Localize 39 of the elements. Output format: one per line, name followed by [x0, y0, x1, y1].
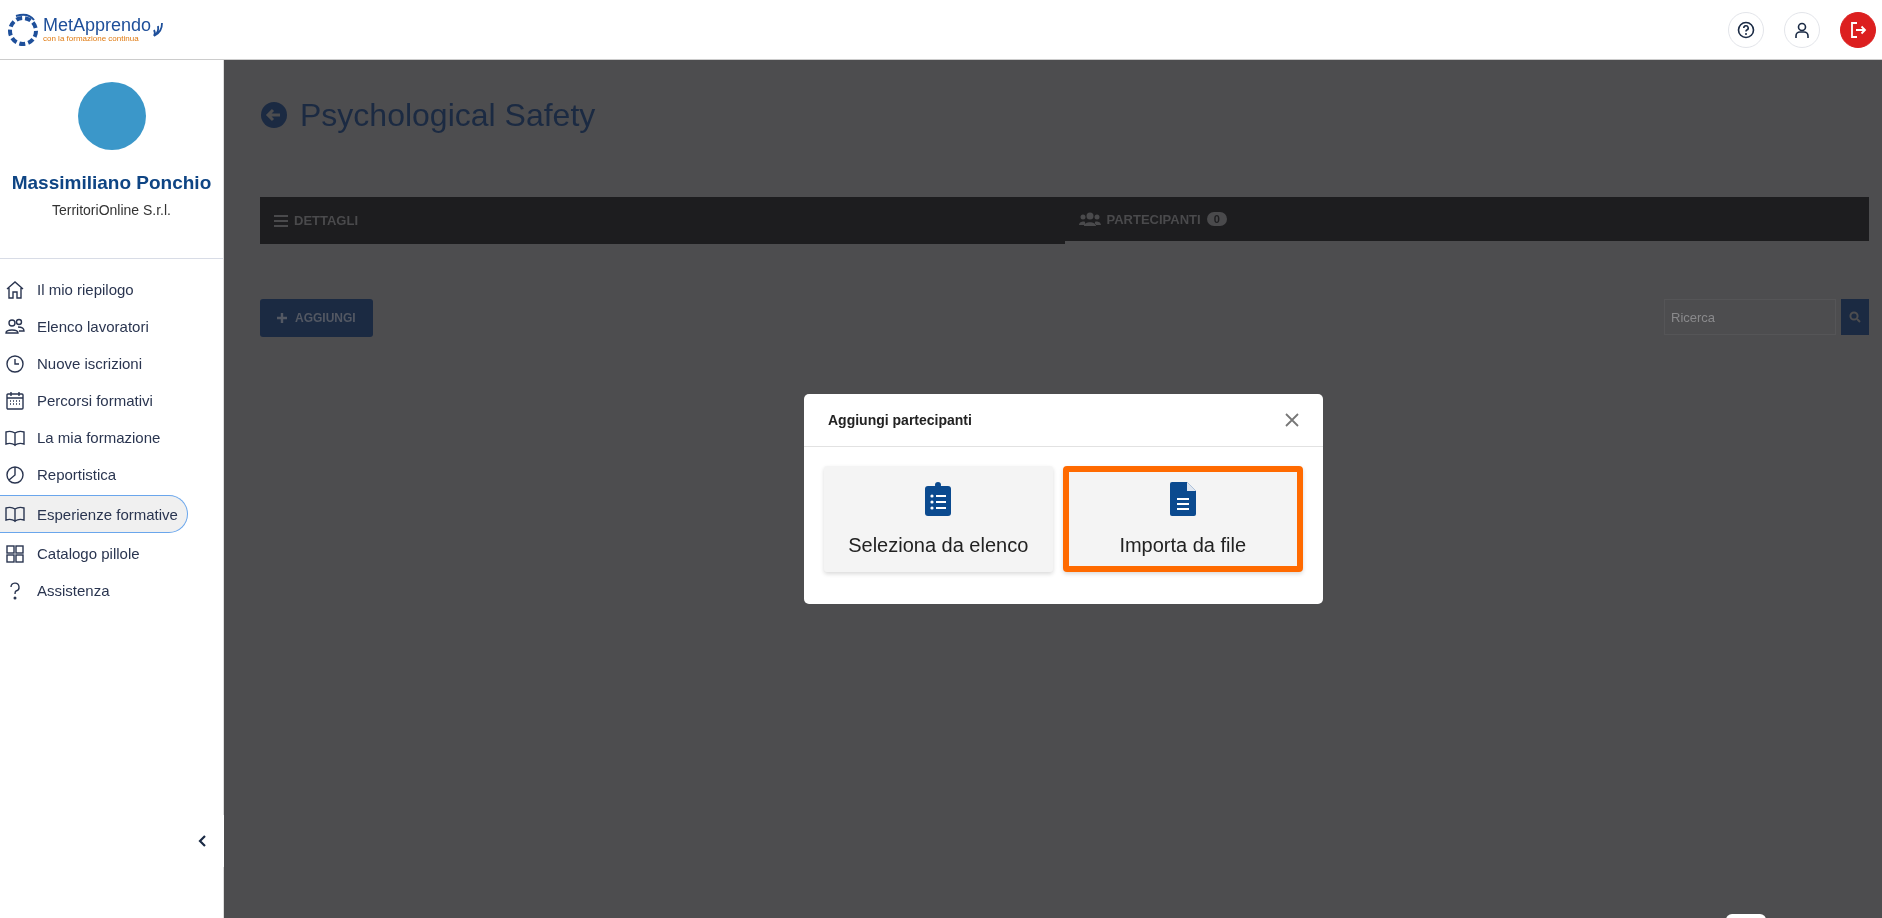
list-icon: [274, 214, 288, 227]
nav-item[interactable]: Il mio riepilogo: [0, 273, 188, 306]
clipboard-list-icon: [925, 481, 952, 516]
chevron-left-icon: [198, 835, 208, 847]
logo[interactable]: MetApprendo con la formazione continua: [6, 9, 167, 50]
nav-item[interactable]: Nuove iscrizioni: [0, 347, 188, 380]
logout-button[interactable]: [1840, 11, 1876, 48]
modal-title: Aggiungi partecipanti: [828, 412, 972, 428]
logo-tagline: con la formazione continua: [43, 34, 139, 43]
search-field[interactable]: Ricerca: [1664, 299, 1836, 335]
nav-item[interactable]: Catalogo pillole: [0, 537, 188, 570]
plus-icon: [277, 313, 287, 323]
option-card[interactable]: Importa da file: [1062, 466, 1303, 572]
logout-icon: [1849, 20, 1867, 39]
clock-icon: [5, 353, 25, 374]
document-icon: [1169, 481, 1196, 516]
logo-name: MetApprendo: [43, 16, 152, 34]
user-name: Massimiliano Ponchio: [11, 172, 212, 194]
profile-button[interactable]: [1784, 11, 1820, 48]
home-icon: [5, 279, 25, 300]
users-icon: [1078, 212, 1101, 226]
calendar-icon: [5, 390, 25, 411]
company-name: TerritoriOnline S.r.l.: [51, 202, 171, 218]
help-icon: [1737, 20, 1755, 39]
nav-item[interactable]: Reportistica: [0, 458, 188, 491]
book-icon: [5, 504, 25, 524]
grid-icon: [5, 543, 25, 564]
user-icon: [1793, 20, 1811, 39]
nav-item[interactable]: La mia formazione: [0, 421, 188, 454]
nav-item[interactable]: Percorsi formativi: [0, 384, 188, 417]
nav-item[interactable]: Assistenza: [0, 574, 188, 607]
nav-item[interactable]: Elenco lavoratori: [0, 310, 188, 343]
pie-icon: [5, 464, 25, 485]
help-button[interactable]: [1728, 11, 1764, 48]
search-icon: [1849, 311, 1861, 323]
people-icon: [5, 316, 25, 337]
nav-item[interactable]: Esperienze formative: [0, 495, 188, 533]
close-icon[interactable]: [1285, 413, 1299, 427]
option-card[interactable]: Seleziona da elenco: [824, 466, 1053, 572]
